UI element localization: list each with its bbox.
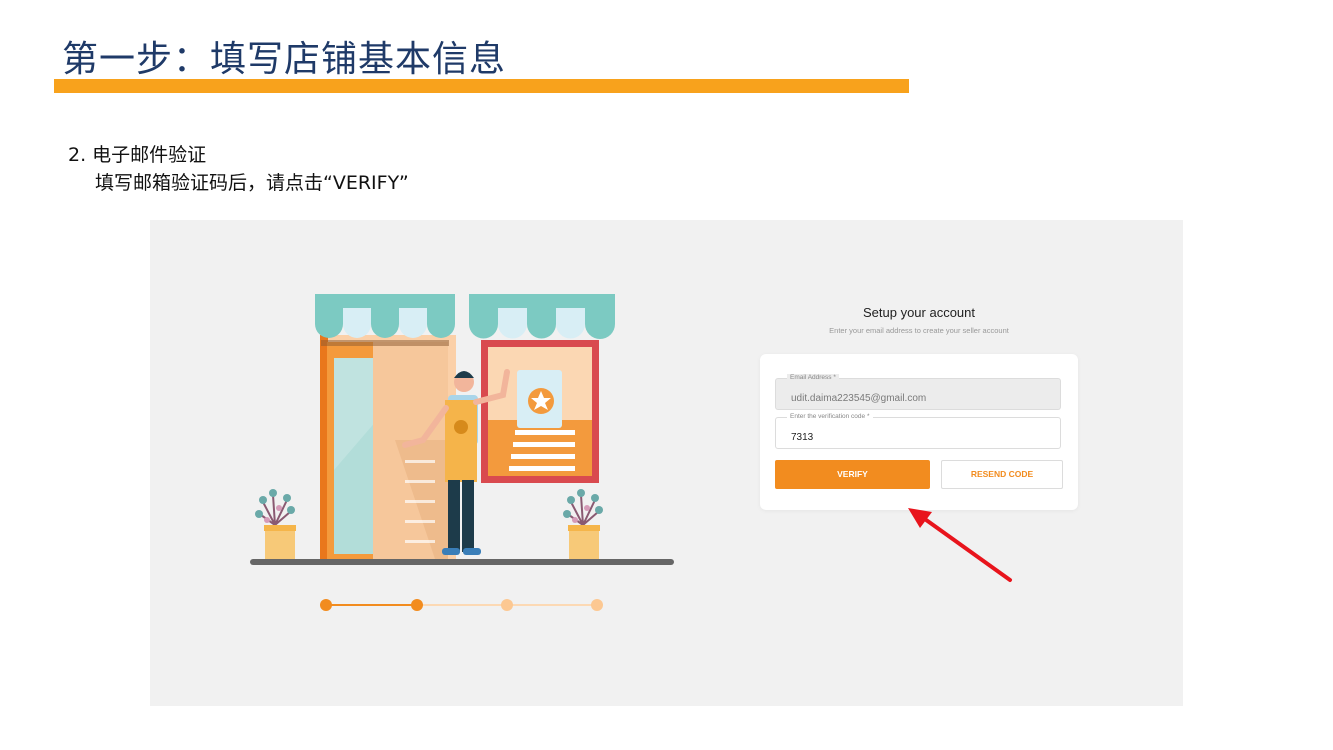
slide-title: 第一步：填写店铺基本信息 <box>62 39 507 80</box>
red-arrow-annotation <box>908 508 1012 582</box>
plant-left-icon <box>255 489 296 561</box>
plant-right-icon <box>563 489 603 561</box>
resend-code-button[interactable]: RESEND CODE <box>941 460 1063 489</box>
email-label: Email Address * <box>787 374 839 381</box>
progress-indicator <box>320 599 603 611</box>
account-form-card: Email Address * Enter the verification c… <box>760 354 1078 510</box>
setup-subtitle: Enter your email address to create your … <box>829 326 1009 335</box>
embedded-screenshot: Setup your account Enter your email addr… <box>150 220 1183 706</box>
progress-step-2 <box>411 599 423 611</box>
progress-step-3 <box>501 599 513 611</box>
progress-step-1 <box>320 599 332 611</box>
title-underline-bar <box>54 79 909 93</box>
email-field: Email Address * <box>775 374 1061 410</box>
shop-illustration <box>250 294 674 611</box>
verify-button[interactable]: VERIFY <box>775 460 930 489</box>
setup-title: Setup your account <box>862 305 976 320</box>
step-instruction: 填写邮箱验证码后，请点击“VERIFY” <box>95 172 409 194</box>
progress-step-4 <box>591 599 603 611</box>
step-heading: 2. 电子邮件验证 <box>68 144 207 166</box>
email-input[interactable] <box>791 393 1041 404</box>
verification-code-input[interactable] <box>791 432 1041 443</box>
verification-code-field: Enter the verification code * <box>775 413 1061 449</box>
verification-code-label: Enter the verification code * <box>787 413 873 420</box>
